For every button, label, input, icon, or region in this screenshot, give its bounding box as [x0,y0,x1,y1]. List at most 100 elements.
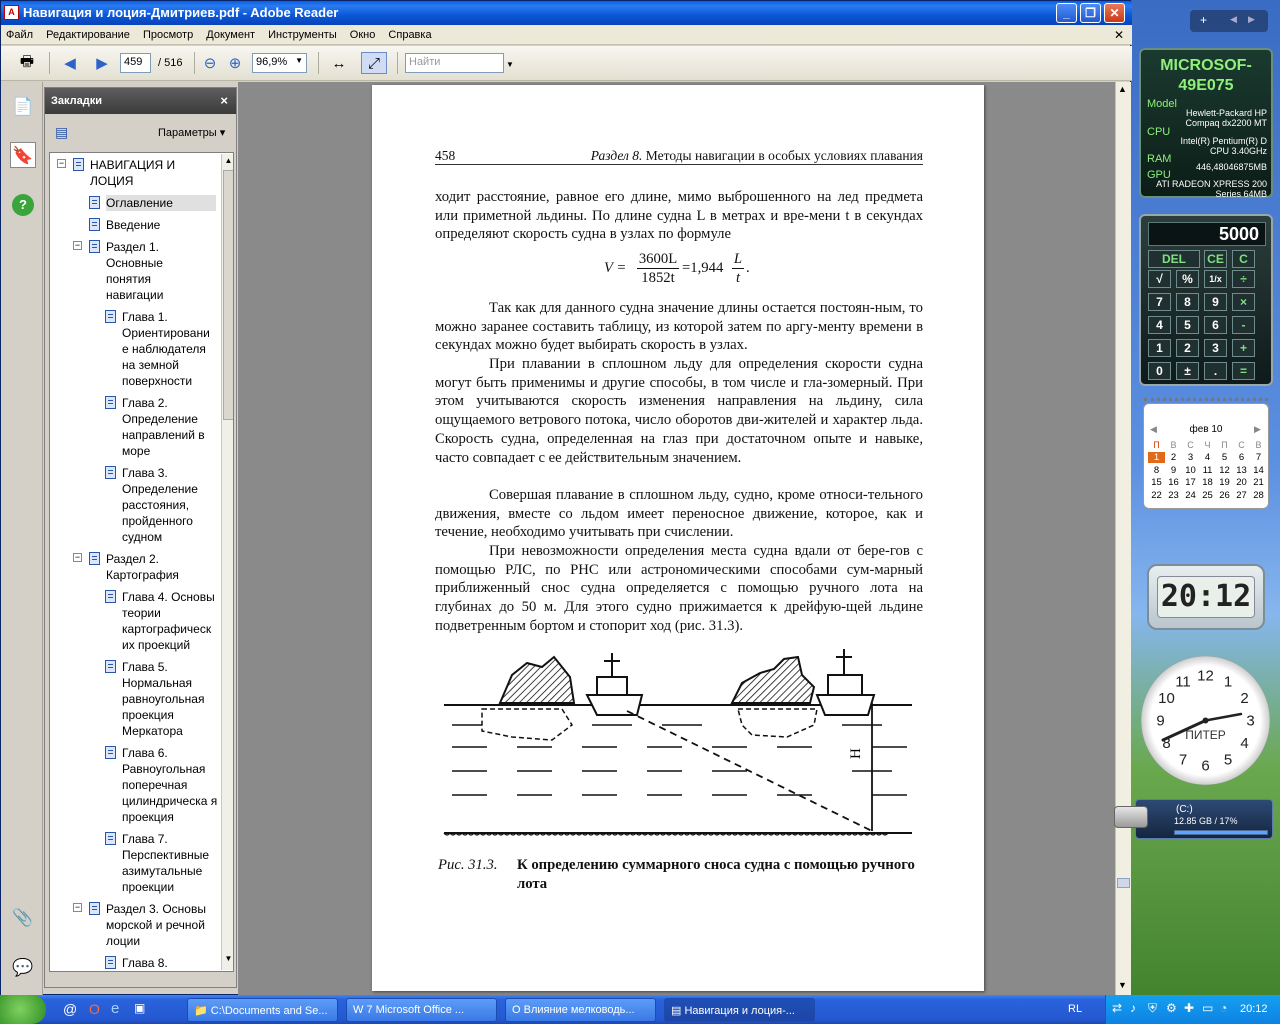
bookmarks-scrollbar[interactable]: ▲ ▼ [221,154,233,970]
fit-width-icon[interactable]: ↔ [326,52,352,74]
calendar-day[interactable]: 17 [1182,477,1199,488]
calc-key-plus[interactable]: + [1232,339,1255,357]
task-opera[interactable]: O Влияние мелководь... [505,998,656,1022]
taskbar-clock[interactable]: 20:12 [1240,1003,1268,1015]
scroll-down-icon[interactable]: ▼ [1118,980,1127,990]
calendar-day[interactable]: 14 [1250,465,1267,476]
help-icon[interactable]: ? [12,194,34,216]
calc-key-sqrt[interactable]: √ [1148,270,1171,288]
calendar-day[interactable]: 13 [1233,465,1250,476]
scroll-up-icon[interactable]: ▲ [1118,84,1127,94]
attachments-icon[interactable]: 📎 [10,905,36,931]
calendar-day[interactable]: 9 [1165,465,1182,476]
collapse-icon[interactable]: − [73,903,82,912]
task-explorer[interactable]: 📁 C:\Documents and Se... [187,998,338,1022]
clock-tray-icon[interactable]: ◔ [1220,1001,1227,1015]
calendar-day[interactable]: 7 [1250,452,1267,463]
bookmark-item[interactable]: Глава 2. Определение направлений в море [105,395,218,459]
start-button[interactable] [0,995,46,1024]
minimize-button[interactable]: _ [1056,3,1077,23]
calendar-day[interactable]: 1 [1148,452,1165,463]
bookmark-item[interactable]: Глава 6. Равноугольная поперечная цилинд… [105,745,220,825]
calendar-day[interactable]: 24 [1182,490,1199,501]
next-page-icon[interactable]: ▶ [89,52,115,74]
find-dropdown-icon[interactable]: ▼ [506,60,514,69]
new-bookmark-icon[interactable]: ▤ [55,124,68,141]
calc-key-reciprocal[interactable]: 1/x [1204,270,1227,288]
bookmark-item[interactable]: Оглавление [89,195,216,211]
calc-key-sign[interactable]: ± [1176,362,1199,380]
title-bar[interactable]: A Навигация и лоция-Дмитриев.pdf - Adobe… [1,1,1132,25]
comments-icon[interactable]: 💬 [10,955,36,981]
calendar-day[interactable]: 23 [1165,490,1182,501]
previous-page-icon[interactable]: ◀ [57,52,83,74]
next-month-icon[interactable]: ▶ [1254,424,1261,435]
menu-tools[interactable]: Инструменты [263,25,342,45]
calendar-day[interactable]: 11 [1199,465,1216,476]
bookmark-item[interactable]: Глава 3. Определение расстояния, пройден… [105,465,218,545]
calc-key-0[interactable]: 0 [1148,362,1171,380]
bookmarks-icon[interactable]: 🔖 [10,142,36,168]
security-icon[interactable]: ⛨ [1148,1001,1157,1016]
menu-view[interactable]: Просмотр [138,25,198,45]
calendar-day[interactable]: 22 [1148,490,1165,501]
opera-icon[interactable]: O [89,1001,100,1017]
calc-key-1[interactable]: 1 [1148,339,1171,357]
zoom-out-icon[interactable]: ⊖ [200,52,220,74]
calendar-day[interactable]: 26 [1216,490,1233,501]
menu-window[interactable]: Окно [345,25,381,45]
zoom-in-icon[interactable]: ⊕ [225,52,245,74]
bookmark-item[interactable]: − НАВИГАЦИЯ И ЛОЦИЯ [57,157,215,189]
calendar-day[interactable]: 25 [1199,490,1216,501]
calendar-day[interactable]: 6 [1233,452,1250,463]
calendar-day[interactable]: 8 [1148,465,1165,476]
restore-button[interactable]: ❐ [1080,3,1101,23]
calendar-day[interactable]: 4 [1199,452,1216,463]
pages-icon[interactable]: 📄 [10,94,36,120]
calendar-day[interactable]: 3 [1182,452,1199,463]
calendar-day[interactable]: 18 [1199,477,1216,488]
menu-document[interactable]: Документ [201,25,260,45]
scroll-thumb[interactable] [1117,878,1130,888]
calendar-day[interactable]: 20 [1233,477,1250,488]
menu-help[interactable]: Справка [383,25,436,45]
close-document-icon[interactable]: ✕ [1114,28,1124,42]
calc-key-percent[interactable]: % [1176,270,1199,288]
bookmark-item[interactable]: − Раздел 2. Картография [73,551,196,583]
collapse-icon[interactable]: − [73,553,82,562]
language-indicator[interactable]: RL [1068,1003,1082,1015]
zoom-select[interactable]: 96,9% ▼ [252,53,307,73]
collapse-icon[interactable]: − [73,241,82,250]
bookmark-item[interactable]: Глава 8. [105,955,218,971]
bookmark-item[interactable]: Глава 4. Основы теории картографическ их… [105,589,220,653]
calc-key-2[interactable]: 2 [1176,339,1199,357]
scroll-up-icon[interactable]: ▲ [223,156,233,168]
options-button[interactable]: Параметры ▾ [158,126,225,139]
calc-key-4[interactable]: 4 [1148,316,1171,334]
task-adobe-reader[interactable]: ▤ Навигация и лоция-... [664,998,815,1022]
calendar-day[interactable]: 21 [1250,477,1267,488]
calc-key-ce[interactable]: CE [1204,250,1227,268]
bookmark-item[interactable]: Глава 5. Нормальная равноугольная проекц… [105,659,218,739]
network-icon[interactable]: ⇄ [1112,1001,1122,1015]
display-icon[interactable]: ▭ [1202,1001,1213,1015]
show-desktop-icon[interactable]: ▣ [134,1001,145,1015]
scroll-thumb[interactable] [223,170,233,420]
calendar-day[interactable]: 16 [1165,477,1182,488]
calendar-day[interactable]: 12 [1216,465,1233,476]
close-panel-icon[interactable]: × [220,93,228,108]
calendar-day[interactable]: 19 [1216,477,1233,488]
bookmark-item[interactable]: − Раздел 3. Основы морской и речной лоции [73,901,218,949]
calendar-day[interactable]: 5 [1216,452,1233,463]
calc-key-c[interactable]: C [1232,250,1255,268]
volume-icon[interactable]: ♪ [1130,1001,1136,1015]
calc-key-5[interactable]: 5 [1176,316,1199,334]
email-icon[interactable]: @ [63,1001,77,1017]
calc-key-equals[interactable]: = [1232,362,1255,380]
calc-key-7[interactable]: 7 [1148,293,1171,311]
internet-explorer-icon[interactable]: e [111,1000,119,1017]
calc-key-6[interactable]: 6 [1204,316,1227,334]
calendar-day[interactable]: 10 [1182,465,1199,476]
calendar-day[interactable]: 28 [1250,490,1267,501]
close-button[interactable]: ✕ [1104,3,1125,23]
